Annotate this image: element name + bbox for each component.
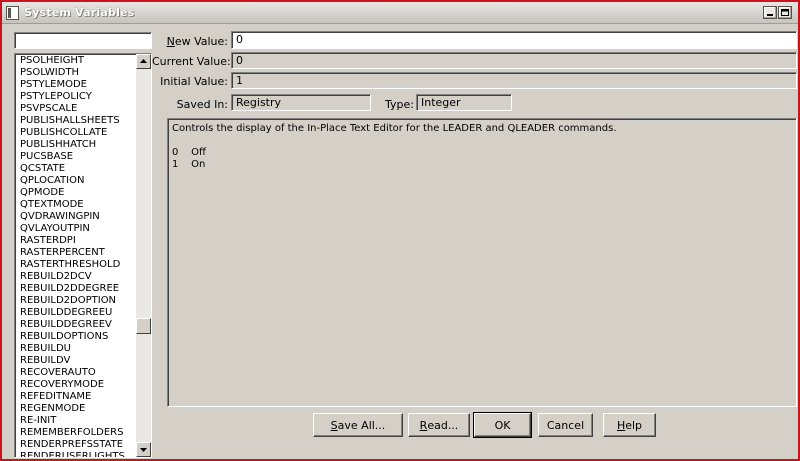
current-value-field: 0 — [231, 52, 797, 69]
list-item[interactable]: REBUILDDEGREEU — [17, 307, 135, 319]
list-item[interactable]: PUBLISHALLSHEETS — [17, 115, 135, 127]
description-line: 0 Off — [172, 147, 206, 158]
description-box: Controls the display of the In-Place Tex… — [167, 118, 797, 407]
list-item[interactable]: PSTYLEMODE — [17, 79, 135, 91]
list-item[interactable]: REBUILD2DCV — [17, 271, 135, 283]
list-item[interactable]: QCSTATE — [17, 163, 135, 175]
maximize-button[interactable] — [778, 6, 792, 19]
read-button[interactable]: Read... — [408, 413, 470, 437]
type-label: Type: — [385, 98, 414, 111]
list-item[interactable]: PSVPSCALE — [17, 103, 135, 115]
list-item[interactable]: PSOLHEIGHT — [17, 55, 135, 67]
save-all-button[interactable]: Save All... — [313, 413, 403, 437]
system-variables-window: System Variables PSOLHEIGHT PSOLWIDTH PSTY… — [0, 0, 800, 461]
description-line: Controls the display of the In-Place Tex… — [172, 123, 617, 134]
list-item[interactable]: RASTERTHRESHOLD — [17, 259, 135, 271]
list-item[interactable]: PSTYLEPOLICY — [17, 91, 135, 103]
list-item[interactable]: REGENMODE — [17, 403, 135, 415]
arrow-down-icon — [140, 448, 147, 452]
list-item[interactable]: REBUILDOPTIONS — [17, 331, 135, 343]
minimize-button[interactable] — [763, 6, 777, 19]
list-item[interactable]: QVLAYOUTPIN — [17, 223, 135, 235]
list-item[interactable]: PSOLWIDTH — [17, 67, 135, 79]
arrow-up-icon — [140, 59, 147, 63]
window-title: System Variables — [24, 6, 135, 19]
app-icon — [6, 6, 19, 20]
scroll-up-button[interactable] — [136, 54, 151, 69]
list-item[interactable]: RENDERPREFSSTATE — [17, 439, 135, 451]
list-item[interactable]: QPMODE — [17, 187, 135, 199]
initial-value-field: 1 — [231, 72, 797, 89]
new-value-input[interactable]: 0 — [231, 31, 797, 49]
list-item[interactable]: RECOVERYMODE — [17, 379, 135, 391]
list-item[interactable]: REMEMBERFOLDERS — [17, 427, 135, 439]
list-vertical-scrollbar[interactable] — [136, 54, 151, 457]
title-bar[interactable]: System Variables — [2, 2, 798, 24]
scroll-down-button[interactable] — [136, 442, 151, 457]
list-item[interactable]: PUBLISHCOLLATE — [17, 127, 135, 139]
list-item[interactable]: QTEXTMODE — [17, 199, 135, 211]
list-item[interactable]: RASTERDPI — [17, 235, 135, 247]
list-item[interactable]: REBUILD2DOPTION — [17, 295, 135, 307]
list-item[interactable]: RECOVERAUTO — [17, 367, 135, 379]
list-item[interactable]: RE-INIT — [17, 415, 135, 427]
list-item[interactable]: PUCSBASE — [17, 151, 135, 163]
list-item[interactable]: QPLOCATION — [17, 175, 135, 187]
list-item[interactable]: REBUILDDEGREEV — [17, 319, 135, 331]
saved-in-label: Saved In: — [176, 98, 228, 111]
list-item[interactable]: RASTERPERCENT — [17, 247, 135, 259]
maximize-icon — [781, 9, 789, 16]
initial-value-label: Initial Value: — [160, 75, 228, 88]
cancel-button[interactable]: Cancel — [538, 413, 593, 437]
description-line: 1 On — [172, 159, 206, 170]
list-item[interactable]: QVDRAWINGPIN — [17, 211, 135, 223]
list-item[interactable]: REBUILDV — [17, 355, 135, 367]
list-item[interactable]: RENDERUSERLIGHTS — [17, 451, 135, 457]
new-value-label: New Value: — [166, 35, 228, 48]
help-button[interactable]: Help — [603, 413, 656, 437]
minimize-icon — [767, 14, 773, 16]
list-item[interactable]: REBUILDU — [17, 343, 135, 355]
list-item[interactable]: REBUILD2DDEGREE — [17, 283, 135, 295]
variable-filter-input[interactable] — [14, 32, 152, 49]
type-field: Integer — [416, 94, 512, 111]
saved-in-field: Registry — [231, 94, 371, 111]
variable-list-items: PSOLHEIGHT PSOLWIDTH PSTYLEMODE PSTYLEPOLIC… — [17, 55, 135, 457]
ok-button[interactable]: OK — [473, 412, 532, 438]
list-item[interactable]: PUBLISHHATCH — [17, 139, 135, 151]
current-value-label: Current Value: — [152, 55, 231, 68]
scroll-thumb[interactable] — [136, 318, 151, 334]
variable-list[interactable]: PSOLHEIGHT PSOLWIDTH PSTYLEMODE PSTYLEPOLIC… — [14, 53, 152, 458]
list-item[interactable]: REFEDITNAME — [17, 391, 135, 403]
